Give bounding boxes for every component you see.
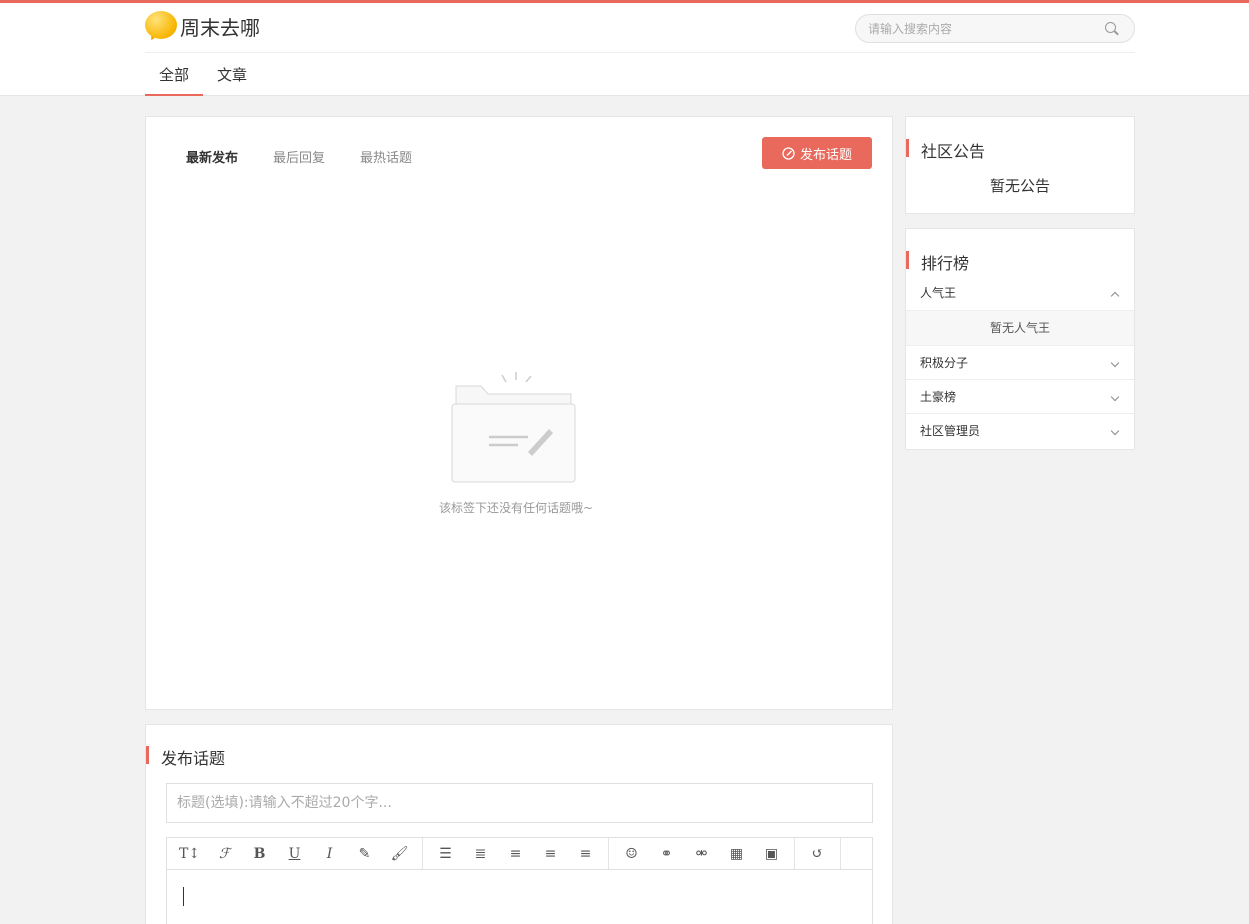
ranking-item-label: 积极分子: [920, 356, 969, 370]
topic-list-panel: 最新发布 最后回复 最热话题 发布话题 该标签下还没有任何话题哦~: [145, 116, 893, 710]
image-icon[interactable]: ▣: [754, 838, 789, 869]
editor-section-title: 发布话题: [146, 745, 225, 769]
nav-tab-articles[interactable]: 文章: [203, 53, 261, 96]
notice-panel: 社区公告 暂无公告: [905, 116, 1135, 214]
ranking-item-label: 人气王: [920, 286, 957, 300]
chevron-up-icon: [1110, 291, 1120, 301]
toolbar-group-insert: ☺ ⚭ ⚮ ▦ ▣: [609, 838, 795, 869]
underline-icon[interactable]: U: [277, 838, 312, 869]
notice-title: 社区公告: [906, 138, 985, 162]
empty-message: 该标签下还没有任何话题哦~: [438, 501, 594, 515]
post-topic-label: 发布话题: [799, 147, 852, 163]
sort-tab-latest[interactable]: 最新发布: [186, 147, 238, 166]
bullet-list-icon[interactable]: ☰: [428, 838, 463, 869]
heading-icon[interactable]: T↕: [172, 838, 207, 869]
nav-tab-all[interactable]: 全部: [145, 53, 204, 96]
italic-icon[interactable]: I: [312, 838, 347, 869]
brush-icon[interactable]: 🖌: [382, 838, 417, 869]
undo-icon[interactable]: ↺: [800, 838, 835, 869]
post-topic-button[interactable]: 发布话题: [762, 137, 872, 169]
post-topic-editor: 发布话题 T↕ ℱ B U I ✎ 🖌 ☰ ≣ ≡ ≡ ≡ ☺ ⚭ ⚮ ▦ ▣ …: [145, 724, 893, 924]
ranking-title: 排行榜: [906, 250, 969, 274]
header-divider: [145, 52, 1135, 53]
numbered-list-icon[interactable]: ≣: [463, 838, 498, 869]
sort-tabs: 最新发布 最后回复 最热话题: [186, 147, 447, 166]
ranking-panel: 排行榜 人气王 暂无人气王 积极分子 土豪榜 社区管理员: [905, 228, 1135, 450]
ranking-item-active[interactable]: 积极分子: [906, 345, 1134, 379]
nav-tabs: 全部 文章: [145, 53, 261, 96]
sort-tab-last-reply[interactable]: 最后回复: [273, 147, 325, 166]
emoji-icon[interactable]: ☺: [614, 838, 649, 869]
bold-icon[interactable]: B: [242, 838, 277, 869]
toolbar-group-history: ↺: [795, 838, 841, 869]
toolbar-group-paragraph: ☰ ≣ ≡ ≡ ≡: [423, 838, 609, 869]
chevron-down-icon: [1110, 358, 1120, 368]
ranking-empty-message: 暂无人气王: [906, 310, 1134, 345]
unlink-icon[interactable]: ⚮: [684, 838, 719, 869]
pencil-icon[interactable]: ✎: [347, 838, 382, 869]
notice-text: 暂无公告: [989, 177, 1050, 195]
ranking-item-popular[interactable]: 人气王: [906, 276, 1134, 310]
link-icon[interactable]: ⚭: [649, 838, 684, 869]
search-box: [855, 14, 1135, 43]
editor-toolbar: T↕ ℱ B U I ✎ 🖌 ☰ ≣ ≡ ≡ ≡ ☺ ⚭ ⚮ ▦ ▣ ↺: [166, 837, 873, 870]
ranking-item-admins[interactable]: 社区管理员: [906, 413, 1134, 447]
edit-icon: [782, 146, 795, 160]
chevron-down-icon: [1110, 392, 1120, 402]
search-icon[interactable]: [1105, 22, 1116, 33]
ranking-item-label: 土豪榜: [920, 390, 957, 404]
ranking-item-rich[interactable]: 土豪榜: [906, 379, 1134, 413]
chevron-down-icon: [1110, 426, 1120, 436]
site-name: 周末去哪: [180, 15, 260, 40]
site-logo[interactable]: 周末去哪: [145, 11, 260, 43]
align-right-icon[interactable]: ≡: [568, 838, 603, 869]
empty-folder-icon: [436, 372, 596, 496]
text-caret: [183, 887, 184, 906]
align-left-icon[interactable]: ≡: [498, 838, 533, 869]
font-icon[interactable]: ℱ: [207, 838, 242, 869]
topic-title-input[interactable]: [166, 783, 873, 823]
align-center-icon[interactable]: ≡: [533, 838, 568, 869]
ranking-item-label: 社区管理员: [920, 424, 981, 438]
sort-tab-hottest[interactable]: 最热话题: [360, 147, 412, 166]
toolbar-group-format: T↕ ℱ B U I ✎ 🖌: [167, 838, 423, 869]
editor-content-area[interactable]: [166, 869, 873, 924]
header: 周末去哪 全部 文章: [0, 3, 1249, 96]
table-icon[interactable]: ▦: [719, 838, 754, 869]
search-input[interactable]: [856, 15, 1086, 42]
logo-bubble-icon: [145, 11, 177, 43]
